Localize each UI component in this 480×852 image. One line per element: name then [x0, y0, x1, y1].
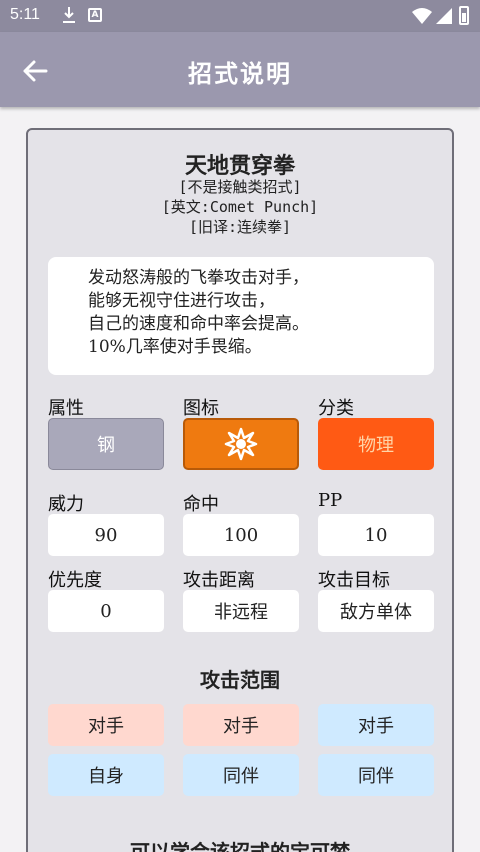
status-bar: 5:11 A: [0, 0, 480, 32]
page-title: 招式说明: [188, 59, 292, 88]
app-bar: 招式说明: [0, 32, 480, 107]
accuracy-value: 100: [183, 514, 299, 556]
range-cell-foe: 对手: [183, 704, 299, 746]
wifi-icon: [412, 8, 432, 24]
description-line: 能够无视守住进行攻击，: [88, 291, 275, 311]
old-translation: [旧译:连续拳]: [188, 218, 292, 236]
priority-label: 优先度: [48, 570, 102, 591]
pp-value: 10: [318, 514, 434, 556]
description-line: 10%几率使对手畏缩。: [88, 337, 262, 357]
type-label: 属性: [48, 398, 84, 419]
category-label: 分类: [318, 398, 354, 419]
target-value: 敌方单体: [318, 590, 434, 632]
range-title: 攻击范围: [200, 668, 280, 692]
signal-icon: [436, 8, 452, 24]
category-physical-badge[interactable]: 物理: [318, 418, 434, 470]
target-label: 攻击目标: [318, 570, 390, 591]
notification-a-icon: A: [88, 8, 102, 22]
pp-label: PP: [318, 490, 343, 511]
range-cell-self: 自身: [48, 754, 164, 796]
move-detail-card: 天地贯穿拳 [不是接触类招式] [英文:Comet Punch] [旧译:连续拳…: [26, 128, 454, 852]
learnable-pokemon-title: 可以学会该招式的宝可梦: [130, 840, 350, 852]
distance-value: 非远程: [183, 590, 299, 632]
move-description: 发动怒涛般的飞拳攻击对手， 能够无视守住进行攻击， 自己的速度和命中率会提高。 …: [48, 257, 434, 375]
range-cell-foe: 对手: [48, 704, 164, 746]
power-value: 90: [48, 514, 164, 556]
download-icon: [63, 7, 75, 23]
status-time: 5:11: [10, 6, 40, 23]
priority-value: 0: [48, 590, 164, 632]
description-line: 发动怒涛般的飞拳攻击对手，: [88, 268, 309, 288]
icon-label: 图标: [183, 398, 219, 419]
range-cell-foe: 对手: [318, 704, 434, 746]
move-icon-tile: [183, 418, 299, 470]
description-line: 自己的速度和命中率会提高。: [88, 314, 309, 334]
type-steel-badge[interactable]: 钢: [48, 418, 164, 470]
range-cell-ally: 同伴: [318, 754, 434, 796]
range-cell-ally: 同伴: [183, 754, 299, 796]
contact-info: [不是接触类招式]: [178, 178, 302, 196]
power-label: 威力: [48, 494, 84, 515]
english-name: [英文:Comet Punch]: [161, 198, 319, 216]
starburst-icon: [224, 427, 258, 461]
distance-label: 攻击距离: [183, 570, 255, 591]
accuracy-label: 命中: [183, 494, 219, 515]
battery-icon: [459, 6, 469, 25]
